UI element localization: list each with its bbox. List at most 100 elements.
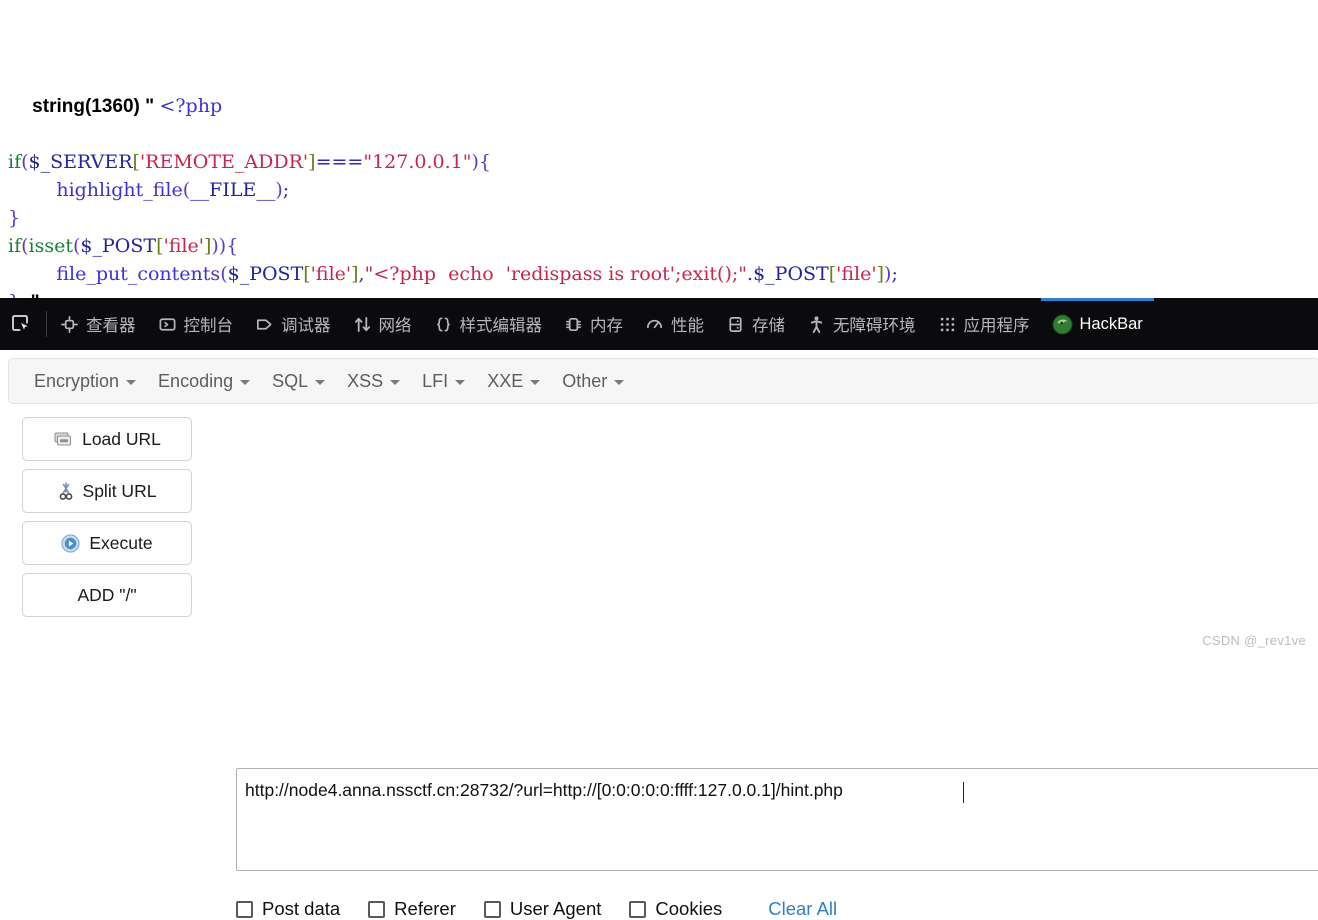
play-icon — [61, 533, 80, 553]
hackbar-button-label: Load URL — [82, 428, 161, 449]
code-token: $_POST — [80, 235, 157, 257]
hackbar-menu-other[interactable]: Other — [551, 365, 635, 398]
code-line-header: string(1360) " <?php — [8, 64, 1318, 117]
devtools-tab-hackbar[interactable]: HackBar — [1040, 298, 1155, 350]
code-token: ) — [471, 151, 479, 173]
checkbox-cookies[interactable] — [629, 900, 647, 918]
code-token: ( — [21, 235, 29, 257]
devtools-tab-performance[interactable]: 性能 — [634, 298, 715, 350]
code-token: ] — [351, 263, 359, 285]
code-token: file_put_contents — [56, 263, 221, 285]
toolbar-divider — [46, 311, 47, 337]
devtools-tab-label: 查看器 — [86, 317, 136, 335]
devtools-tab-inspector[interactable]: 查看器 — [49, 298, 147, 350]
devtools-tab-label: 应用程序 — [963, 317, 1030, 335]
code-token: $_SERVER — [28, 151, 133, 173]
devtools-tab-strip: 查看器 控制台 调试器 网络 样式编辑器 内存 性能 存储 无障碍环境 应用程序 HackBar — [49, 298, 1155, 350]
hackbar-add-slash-button[interactable]: ADD "/" — [22, 573, 192, 617]
hackbar-menu-encryption[interactable]: Encryption — [23, 365, 147, 398]
hackbar-menubar: Encryption Encoding SQL XSS LFI XXE Other — [8, 358, 1318, 404]
hackbar-option-cookies[interactable]: Cookies — [629, 898, 722, 920]
hackbar-menu-label: XXE — [487, 370, 524, 391]
code-token: isset — [28, 235, 73, 257]
element-picker-icon — [10, 313, 32, 335]
code-token: { — [478, 151, 491, 173]
hackbar-options-row: Post data Referer User Agent Cookies Clear A… — [236, 898, 837, 920]
url-input-wrapper — [236, 768, 1318, 871]
element-picker-button[interactable] — [0, 298, 44, 350]
performance-icon — [645, 315, 664, 334]
checkbox-user-agent[interactable] — [483, 900, 501, 918]
storage-icon — [726, 315, 745, 334]
code-token: [ — [132, 151, 140, 173]
hackbar-menu-sql[interactable]: SQL — [261, 365, 336, 398]
code-token: === — [315, 151, 364, 173]
hackbar-menu-xxe[interactable]: XXE — [476, 365, 551, 398]
code-token: 'file' — [836, 263, 877, 285]
code-token: ( — [220, 263, 228, 285]
code-token: ; — [891, 263, 898, 285]
code-token: $_POST — [227, 263, 304, 285]
clear-all-link[interactable]: Clear All — [768, 898, 837, 920]
load-url-icon — [53, 430, 73, 448]
hackbar-execute-button[interactable]: Execute — [22, 521, 192, 565]
hackbar-menu-xss[interactable]: XSS — [336, 365, 411, 398]
code-token: ] — [308, 151, 316, 173]
php-code-body: if($_SERVER['REMOTE_ADDR']==="127.0.0.1"… — [8, 148, 1318, 316]
url-input[interactable] — [236, 768, 1318, 871]
hackbar-split-url-button[interactable]: Split URL — [22, 469, 192, 513]
code-token: ] — [876, 263, 885, 285]
devtools-tab-console[interactable]: 控制台 — [147, 298, 245, 350]
hackbar-option-user-agent[interactable]: User Agent — [483, 898, 602, 920]
code-token: ( — [21, 151, 29, 173]
hackbar-option-label: Cookies — [655, 898, 723, 919]
checkbox-referer[interactable] — [368, 900, 386, 918]
hackbar-option-referer[interactable]: Referer — [368, 898, 456, 920]
devtools-toolbar: 查看器 控制台 调试器 网络 样式编辑器 内存 性能 存储 无障碍环境 应用程序 HackBar — [0, 298, 1318, 350]
devtools-tab-application[interactable]: 应用程序 — [927, 298, 1041, 350]
hackbar-menu-label: LFI — [422, 370, 449, 391]
line-close-brace-1: } — [8, 204, 1318, 232]
hackbar-button-column: Load URL Split URL Execute ADD "/" — [22, 417, 192, 625]
chevron-down-icon — [530, 380, 541, 385]
line-if-isset: if(isset($_POST['file'])){ — [8, 232, 1318, 260]
watermark-label: CSDN @_rev1ve — [1202, 633, 1306, 648]
chevron-down-icon — [614, 380, 625, 385]
devtools-tab-network[interactable]: 网络 — [342, 298, 423, 350]
hackbar-menu-lfi[interactable]: LFI — [411, 365, 476, 398]
debugger-icon — [255, 315, 274, 334]
hackbar-menu-label: XSS — [347, 370, 384, 391]
hackbar-panel: Encryption Encoding SQL XSS LFI XXE Other Load… — [0, 350, 1318, 919]
line-highlight-file: highlight_file(__FILE__); — [8, 176, 1318, 204]
hackbar-menu-label: Other — [562, 370, 608, 391]
code-token: ) — [211, 235, 219, 257]
code-token: 'file' — [310, 263, 352, 285]
application-icon — [938, 315, 957, 334]
hackbar-menu-label: Encoding — [158, 370, 234, 391]
hackbar-option-post-data[interactable]: Post data — [236, 898, 340, 920]
devtools-tab-storage[interactable]: 存储 — [715, 298, 796, 350]
devtools-tab-label: 存储 — [752, 317, 785, 335]
hackbar-option-label: User Agent — [509, 898, 602, 919]
hackbar-load-url-button[interactable]: Load URL — [22, 417, 192, 461]
hackbar-menu-label: Encryption — [34, 370, 120, 391]
hackbar-menu-encoding[interactable]: Encoding — [147, 365, 261, 398]
checkbox-post-data[interactable] — [236, 900, 253, 918]
devtools-tab-accessibility[interactable]: 无障碍环境 — [796, 298, 927, 350]
devtools-tab-style-editor[interactable]: 样式编辑器 — [423, 298, 554, 350]
code-token: [ — [303, 263, 311, 285]
code-token: "<?php — [364, 263, 443, 285]
line-if-server: if($_SERVER['REMOTE_ADDR']==="127.0.0.1"… — [8, 148, 1318, 176]
devtools-tab-debugger[interactable]: 调试器 — [244, 298, 342, 350]
console-icon — [158, 315, 177, 334]
code-token: ; — [282, 179, 290, 201]
hackbar-option-label: Referer — [394, 898, 456, 919]
code-token: } — [8, 207, 21, 229]
chevron-down-icon — [240, 380, 251, 385]
inspector-icon — [60, 315, 79, 334]
devtools-tab-label: 内存 — [590, 317, 623, 335]
devtools-tab-label: 性能 — [671, 317, 704, 335]
devtools-tab-memory[interactable]: 内存 — [553, 298, 634, 350]
